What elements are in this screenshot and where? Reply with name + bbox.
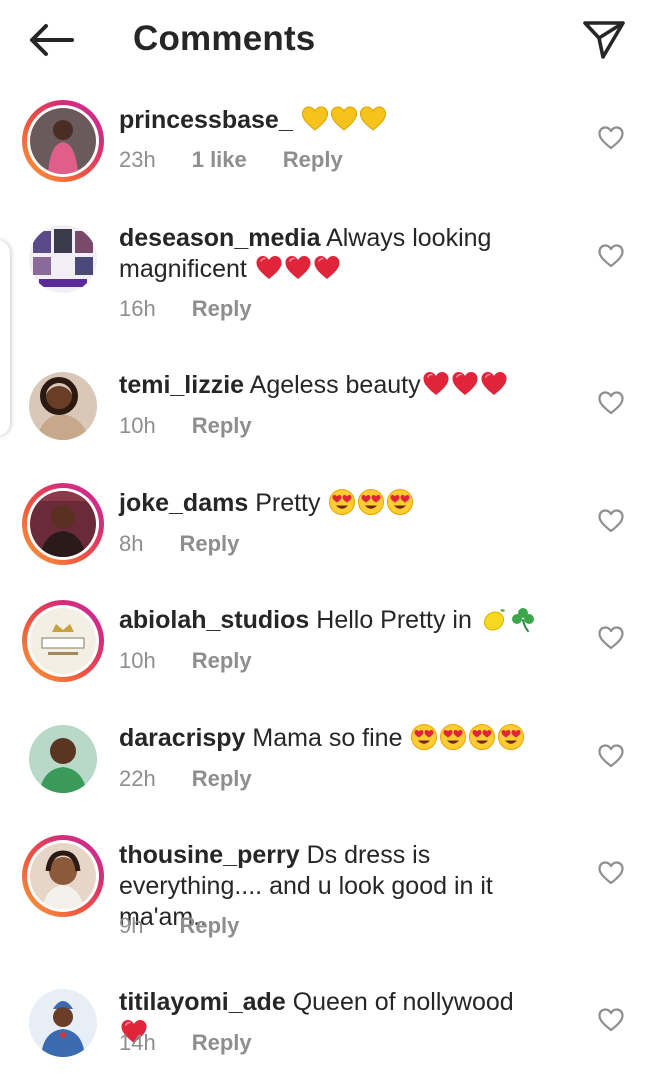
heart-outline-icon (598, 861, 624, 885)
yellow-heart-icon (301, 105, 329, 133)
like-button[interactable] (596, 507, 626, 535)
red-heart-icon (422, 370, 450, 398)
reply-button[interactable]: Reply (283, 147, 343, 173)
comment-text: joke_dams Pretty (119, 488, 539, 519)
heart-outline-icon (598, 1008, 624, 1032)
comment-text: abiolah_studios Hello Pretty in (119, 605, 539, 636)
share-button[interactable] (576, 12, 632, 68)
comment-meta: 14h Reply (119, 1030, 252, 1056)
comment-username[interactable]: daracrispy (119, 724, 245, 752)
comment-time: 14h (119, 1030, 156, 1055)
reply-button[interactable]: Reply (192, 413, 252, 439)
red-heart-icon (451, 370, 479, 398)
heart-eyes-icon (410, 723, 438, 751)
heart-outline-icon (598, 126, 624, 150)
like-button[interactable] (596, 389, 626, 417)
comment-username[interactable]: joke_dams (119, 489, 248, 517)
back-button[interactable] (22, 14, 80, 66)
like-button[interactable] (596, 1006, 626, 1034)
yellow-heart-icon (359, 105, 387, 133)
heart-outline-icon (598, 391, 624, 415)
reply-button[interactable]: Reply (192, 1030, 252, 1056)
heart-eyes-icon (357, 488, 385, 516)
avatar[interactable] (22, 100, 104, 182)
comment-username[interactable]: princessbase_ (119, 106, 293, 134)
comment-meta: 10h Reply (119, 648, 252, 674)
comment-text: deseason_media Always looking magnificen… (119, 223, 539, 285)
shamrock-icon (509, 605, 537, 633)
arrow-left-icon (30, 24, 74, 56)
comment-meta: 22h Reply (119, 766, 252, 792)
comment-time: 22h (119, 766, 156, 791)
avatar[interactable] (22, 218, 104, 300)
heart-outline-icon (598, 509, 624, 533)
like-button[interactable] (596, 859, 626, 887)
lemon-icon (480, 605, 508, 633)
reply-button[interactable]: Reply (192, 296, 252, 322)
comment-text: temi_lizzie Ageless beauty (119, 370, 539, 401)
comment-meta: 23h 1 like Reply (119, 147, 343, 173)
comment-time: 10h (119, 413, 156, 438)
comment-body: Ageless beauty (249, 371, 421, 399)
avatar[interactable] (22, 835, 104, 917)
heart-outline-icon (598, 744, 624, 768)
comment-time: 9h (119, 913, 144, 938)
avatar[interactable] (22, 982, 104, 1064)
red-heart-icon (480, 370, 508, 398)
heart-eyes-icon (328, 488, 356, 516)
comment-time: 8h (119, 531, 144, 556)
header-bar: Comments (0, 0, 662, 82)
comment-meta: 9h Reply (119, 913, 239, 939)
page-title: Comments (133, 19, 316, 58)
avatar[interactable] (22, 600, 104, 682)
comment-text: princessbase_ (119, 105, 539, 136)
comment-body: Pretty (255, 489, 321, 517)
comment-username[interactable]: abiolah_studios (119, 606, 309, 634)
comment-body: Queen of nollywood (292, 988, 514, 1016)
heart-eyes-icon (386, 488, 414, 516)
reply-button[interactable]: Reply (192, 766, 252, 792)
avatar[interactable] (22, 718, 104, 800)
side-drawer-handle[interactable] (0, 240, 10, 436)
red-heart-icon (313, 254, 341, 282)
comment-meta: 10h Reply (119, 413, 252, 439)
paper-plane-icon (583, 21, 625, 59)
like-button[interactable] (596, 124, 626, 152)
comment-username[interactable]: titilayomi_ade (119, 988, 286, 1016)
like-count[interactable]: 1 like (192, 147, 247, 173)
comment-username[interactable]: temi_lizzie (119, 371, 244, 399)
comment-meta: 8h Reply (119, 531, 239, 557)
heart-eyes-icon (468, 723, 496, 751)
red-heart-icon (255, 254, 283, 282)
reply-button[interactable]: Reply (179, 531, 239, 557)
comment-username[interactable]: thousine_perry (119, 841, 300, 869)
avatar[interactable] (22, 365, 104, 447)
like-button[interactable] (596, 242, 626, 270)
red-heart-icon (284, 254, 312, 282)
comment-time: 23h (119, 147, 156, 172)
comment-username[interactable]: deseason_media (119, 224, 321, 252)
comment-body: Hello Pretty in (316, 606, 472, 634)
like-button[interactable] (596, 742, 626, 770)
heart-outline-icon (598, 626, 624, 650)
like-button[interactable] (596, 624, 626, 652)
avatar[interactable] (22, 483, 104, 565)
yellow-heart-icon (330, 105, 358, 133)
comment-meta: 16h Reply (119, 296, 252, 322)
heart-eyes-icon (439, 723, 467, 751)
heart-outline-icon (598, 244, 624, 268)
comment-body: Mama so fine (252, 724, 403, 752)
heart-eyes-icon (497, 723, 525, 751)
comment-text: daracrispy Mama so fine (119, 723, 539, 754)
comment-time: 16h (119, 296, 156, 321)
reply-button[interactable]: Reply (192, 648, 252, 674)
comment-time: 10h (119, 648, 156, 673)
reply-button[interactable]: Reply (179, 913, 239, 939)
